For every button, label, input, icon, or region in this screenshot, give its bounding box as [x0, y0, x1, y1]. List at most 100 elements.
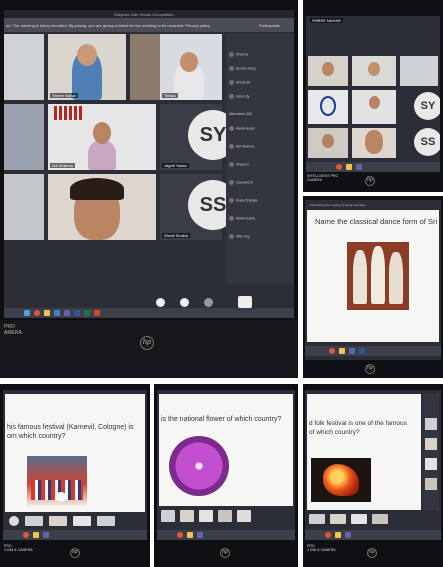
side-thumb-1-icon[interactable]: [425, 418, 437, 430]
thumb-5-icon[interactable]: [97, 516, 115, 526]
participant-row[interactable]: Nitin Vey: [229, 234, 250, 239]
teams-icon[interactable]: [345, 532, 351, 538]
slide-question: Name the classical dance form of Sri Lan…: [315, 217, 439, 226]
tile-name-label: Shrree Nahar: [50, 93, 79, 98]
mini-tile-6[interactable]: [352, 128, 396, 158]
user-avatar-icon: [229, 162, 234, 167]
avatar-thumb-2-icon[interactable]: [180, 298, 189, 307]
teams-icon[interactable]: [197, 532, 203, 538]
video-tile-adi-sharma[interactable]: Adi Sharma: [48, 104, 156, 170]
thumb-1-icon[interactable]: [9, 516, 19, 526]
side-thumb-3-icon[interactable]: [425, 458, 437, 470]
windows-taskbar: [305, 346, 441, 356]
thumb-2-icon[interactable]: [25, 516, 43, 526]
participant-row[interactable]: Adi Sharma: [229, 144, 254, 149]
window-titlebar: Subjects Inter House Competition: [4, 10, 294, 18]
chrome-icon[interactable]: [34, 310, 40, 316]
mail-icon[interactable]: [54, 310, 60, 316]
participant-face: [322, 134, 334, 148]
thumb-1-icon[interactable]: [309, 514, 325, 524]
mini-tile-logo[interactable]: [308, 90, 348, 124]
bottomright-screen: d folk festival is one of the famous of …: [305, 390, 441, 530]
chrome-icon[interactable]: [177, 532, 183, 538]
mini-tile-2[interactable]: [352, 56, 396, 86]
laptop-bezel: PRO AMERA hp: [0, 320, 298, 378]
participant-row[interactable]: Aarav Aryan: [229, 126, 255, 131]
thumb-3-icon[interactable]: [351, 514, 367, 524]
participant-face: [368, 62, 380, 76]
avatar-thumb-3-icon[interactable]: [204, 298, 213, 307]
windows-taskbar: [157, 530, 295, 540]
participant-row[interactable]: Suzein Garg: [229, 66, 255, 71]
bottommiddle-screen: is the national flower of which country?: [157, 390, 295, 530]
teams-icon[interactable]: [43, 532, 49, 538]
folder-icon[interactable]: [33, 532, 39, 538]
participant-figure: [88, 140, 116, 170]
participant-row[interactable]: Dhyanvi: [229, 162, 249, 167]
folder-icon[interactable]: [339, 348, 345, 354]
user-avatar-icon: [229, 198, 234, 203]
thumb-5-icon[interactable]: [237, 510, 251, 522]
participant-row[interactable]: Gaurave B: [229, 180, 253, 185]
ppt-icon[interactable]: [94, 310, 100, 316]
recording-notice-bar: ed. The meeting is being recorded. By jo…: [4, 18, 294, 32]
thumb-3-icon[interactable]: [49, 516, 67, 526]
mini-tile-1[interactable]: [308, 56, 348, 86]
video-tile-shrree-nahar[interactable]: Shrree Nahar: [48, 34, 126, 100]
avatar-thumb-4-icon[interactable]: [238, 296, 252, 308]
chrome-icon[interactable]: [325, 532, 331, 538]
folder-icon[interactable]: [187, 532, 193, 538]
word-icon[interactable]: [359, 348, 365, 354]
user-avatar-icon: [229, 80, 234, 85]
mini-tile-4[interactable]: [352, 90, 396, 124]
photo-bottommiddle-slide: is the national flower of which country?…: [154, 384, 298, 567]
participant-row[interactable]: Mahit Gahla: [229, 216, 255, 221]
dancer-2: [371, 246, 385, 304]
folder-icon[interactable]: [335, 532, 341, 538]
video-tile-tithika[interactable]: Tithika: [130, 34, 222, 100]
side-thumb-2-icon[interactable]: [425, 438, 437, 450]
participant-row[interactable]: Shruti Sh: [229, 80, 250, 85]
video-tile-participant-large[interactable]: [48, 174, 156, 240]
mini-tile-5[interactable]: [308, 128, 348, 158]
thumb-3-icon[interactable]: [199, 510, 213, 522]
attendees-header[interactable]: Attendees (32): [229, 112, 252, 116]
start-icon[interactable]: [24, 310, 30, 316]
thumb-1-icon[interactable]: [161, 510, 175, 522]
side-thumbnails: [423, 394, 439, 510]
thumb-4-icon[interactable]: [218, 510, 232, 522]
bottomleft-screen: his famous festival (Karnevil, Cologne) …: [3, 390, 147, 530]
photo-bottomleft-slide: his famous festival (Karnevil, Cologne) …: [0, 384, 150, 567]
photo-main-meeting: Subjects Inter House Competition ed. The…: [0, 0, 298, 378]
windows-taskbar: [3, 530, 147, 540]
chrome-icon[interactable]: [336, 164, 342, 170]
video-tile-left-edge-2[interactable]: [4, 104, 44, 170]
thumb-4-icon[interactable]: [372, 514, 388, 524]
window-title: Subjects Inter House Competition: [114, 12, 174, 17]
teams-icon[interactable]: [349, 348, 355, 354]
video-tile-left-edge[interactable]: [4, 34, 44, 100]
video-tile-left-edge-3[interactable]: [4, 174, 44, 240]
avatar-thumb-1-icon[interactable]: [156, 298, 165, 307]
thumb-2-icon[interactable]: [180, 510, 194, 522]
participant-row[interactable]: Vera Lily: [229, 94, 249, 99]
teams-icon[interactable]: [356, 164, 362, 170]
folder-icon[interactable]: [44, 310, 50, 316]
teams-icon[interactable]: [64, 310, 70, 316]
avatar-ss-small: SS: [414, 128, 440, 156]
chrome-icon[interactable]: [23, 532, 29, 538]
hp-logo-icon: hp: [220, 548, 230, 558]
excel-icon[interactable]: [84, 310, 90, 316]
participant-row[interactable]: Sharma: [229, 52, 248, 57]
chrome-icon[interactable]: [329, 348, 335, 354]
folder-icon[interactable]: [346, 164, 352, 170]
thumb-4-icon[interactable]: [73, 516, 91, 526]
side-thumb-4-icon[interactable]: [425, 478, 437, 490]
participant-row[interactable]: Kiara Dhariya: [229, 198, 257, 203]
dragon-image: [311, 458, 371, 502]
thumb-2-icon[interactable]: [330, 514, 346, 524]
quiz-slide: is the national flower of which country?: [159, 394, 293, 506]
word-icon[interactable]: [74, 310, 80, 316]
participants-panel: Sharma Suzein Garg Shruti Sh Vera Lily A…: [226, 34, 294, 284]
mini-tile-3[interactable]: [400, 56, 438, 86]
